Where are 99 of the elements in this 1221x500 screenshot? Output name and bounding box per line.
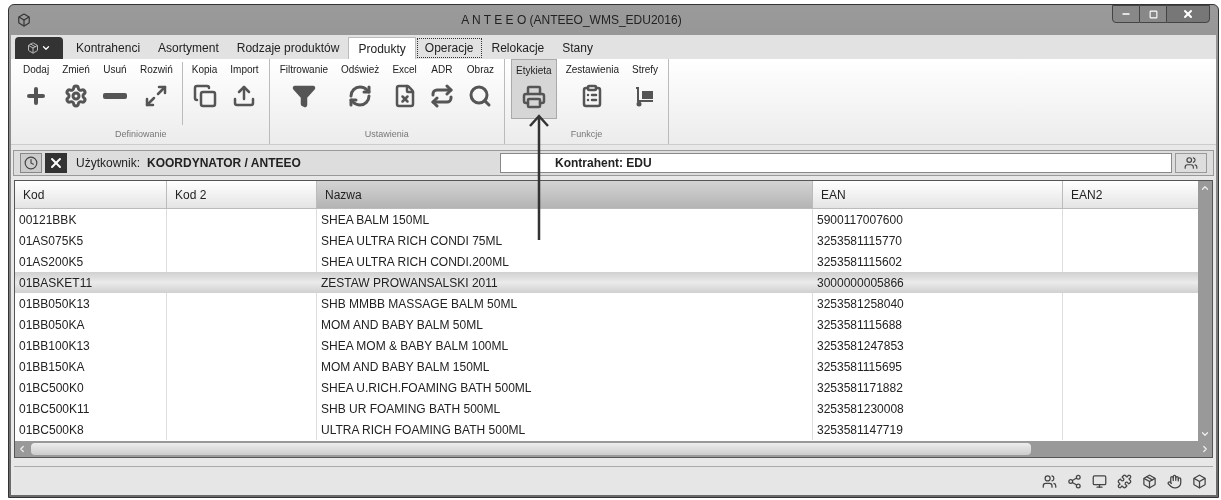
user-label: Użytkownik:	[76, 155, 140, 172]
table-cell-text: SHEA BALM 150ML	[321, 211, 430, 229]
table-cell-text: 01AS075K5	[19, 232, 84, 250]
maximize-icon	[1148, 9, 1158, 19]
ribbon-button[interactable]: Filtrowanie	[275, 59, 332, 119]
contractor-field: Kontrahent: EDU	[500, 153, 1172, 173]
hand-icon[interactable]	[1167, 473, 1182, 489]
box-icon[interactable]	[1192, 473, 1207, 489]
table-cell-text: SHEA U.RICH.FOAMING BATH 500ML	[321, 379, 532, 397]
expand-icon	[144, 84, 169, 108]
window-title: A N T E E O (ANTEEO_WMS_EDU2016)	[461, 12, 682, 29]
table-cell-text: 01BB100K13	[19, 337, 90, 355]
table-cell-text: SHB MMBB MASSAGE BALM 50ML	[321, 295, 518, 313]
ribbon-button[interactable]: Zestawienia	[561, 59, 623, 119]
users-icon	[1184, 156, 1198, 170]
app-icon	[17, 13, 31, 27]
upload-icon	[232, 84, 257, 108]
table-cell-text: 01AS200K5	[19, 253, 84, 271]
ribbon-button[interactable]: Kopia	[187, 59, 222, 119]
table-cell-text: SHEA ULTRA RICH CONDI.200ML	[321, 253, 509, 271]
filter-icon	[291, 84, 316, 108]
dropdown-icon	[41, 43, 51, 53]
ribbon-button[interactable]: Zmień	[58, 59, 94, 119]
column-header[interactable]: Kod	[15, 181, 167, 209]
ribbon-button[interactable]: Rozwiń	[135, 59, 177, 119]
table-cell-text: ULTRA RICH FOAMING BATH 500ML	[321, 421, 526, 439]
table-cell-text: 01BC500K0	[19, 379, 84, 397]
table-cell-text: 3253581115695	[817, 358, 902, 376]
app-menu-button[interactable]	[15, 37, 63, 59]
table-cell-text: MOM AND BABY BALM 150ML	[321, 358, 490, 376]
column-header[interactable]: EAN	[813, 181, 1063, 209]
clock-icon	[24, 156, 38, 170]
table-cell-text: 3253581115688	[817, 316, 902, 334]
table-cell-text: MOM AND BABY BALM 50ML	[321, 316, 483, 334]
table-cell-text: 3253581230008	[817, 400, 904, 418]
close-icon	[1182, 8, 1194, 20]
package-icon	[27, 42, 39, 54]
table-cell-text: SHB UR FOAMING BATH 500ML	[321, 400, 501, 418]
puzzle-icon[interactable]	[1117, 473, 1132, 489]
gear-icon	[64, 84, 89, 108]
ribbon-tab[interactable]: Operacje	[415, 37, 483, 59]
ribbon-button[interactable]: Obraz	[462, 59, 499, 119]
users-icon[interactable]	[1042, 473, 1057, 489]
users-button[interactable]	[1175, 153, 1207, 173]
ribbon-tab[interactable]: Asortyment	[149, 37, 228, 59]
package-icon[interactable]	[1142, 473, 1157, 489]
table-cell-text: 01BC500K11	[19, 400, 90, 418]
clear-button[interactable]	[45, 153, 67, 173]
ribbon-tab[interactable]: Rodzaje produktów	[227, 37, 349, 59]
close-button[interactable]	[1166, 5, 1210, 23]
table-cell-text: SHEA ULTRA RICH CONDI 75ML	[321, 232, 503, 250]
table-cell-text: 01BC500K8	[19, 421, 84, 439]
column-header[interactable]: EAN2	[1063, 181, 1198, 209]
ribbon-button[interactable]: Etykieta	[511, 59, 557, 119]
minus-icon	[102, 93, 127, 99]
minimize-button[interactable]	[1112, 5, 1140, 23]
user-value: KOORDYNATOR / ANTEEO	[147, 155, 302, 172]
ribbon-tab[interactable]: Kontrahenci	[67, 37, 150, 59]
group-label: Ustawienia	[363, 127, 410, 141]
refresh-icon	[348, 84, 373, 108]
table-cell-text: 3253581247853	[817, 337, 904, 355]
search-icon	[468, 84, 493, 108]
copy-icon	[192, 84, 217, 108]
swap-arrows-icon	[429, 84, 454, 108]
table-cell-text: 3253581147719	[817, 421, 903, 439]
ribbon-button[interactable]: Odśwież	[337, 59, 384, 119]
group-label: Funkcje	[569, 127, 604, 141]
table-cell-text: ZESTAW PROWANSALSKI 2011	[321, 274, 498, 292]
maximize-button[interactable]	[1140, 5, 1166, 23]
table-cell-text: 3253581171882	[817, 379, 903, 397]
close-icon	[48, 155, 64, 171]
table-cell-text: 00121BBK	[19, 211, 77, 229]
table-cell-text: 01BASKET11	[19, 274, 93, 292]
table-cell-text: 3000000005866	[817, 274, 904, 292]
ribbon-button[interactable]: ADR	[425, 59, 458, 119]
ribbon-button[interactable]: Usuń	[98, 59, 131, 119]
history-button[interactable]	[20, 153, 42, 173]
table-cell-text: 3253581258040	[817, 295, 904, 313]
table-cell-text: 01BB150KA	[19, 358, 85, 376]
table-cell-text: SHEA MOM & BABY BALM 100ML	[321, 337, 509, 355]
ribbon-tab[interactable]: Relokacje	[482, 37, 554, 59]
ribbon-button[interactable]: Dodaj	[19, 59, 54, 119]
table-cell-text: 01BB050KA	[19, 316, 85, 334]
column-header[interactable]: Nazwa	[317, 181, 813, 209]
ribbon-button[interactable]: Strefy	[628, 59, 663, 119]
nodes-icon[interactable]	[1067, 473, 1082, 489]
monitor-icon[interactable]	[1092, 473, 1107, 489]
table-cell-text: 3253581115602	[817, 253, 902, 271]
column-header[interactable]: Kod 2	[167, 181, 317, 209]
ribbon-button[interactable]: Excel	[388, 59, 421, 119]
ribbon-button[interactable]: Import	[226, 59, 263, 119]
table-cell-text: 5900117007600	[817, 211, 903, 229]
printer-icon	[521, 85, 546, 109]
table-row[interactable]: 01BASKET11 ZESTAW PROWANSALSKI 2011 3000000005866	[15, 272, 1198, 293]
table-cell-text: 01BB050K13	[19, 295, 90, 313]
ribbon-tab[interactable]: Stany	[553, 37, 602, 59]
group-label: Definiowanie	[114, 127, 168, 141]
ribbon-tab[interactable]: Produkty	[348, 37, 416, 59]
table-cell-text: 3253581115770	[817, 232, 902, 250]
